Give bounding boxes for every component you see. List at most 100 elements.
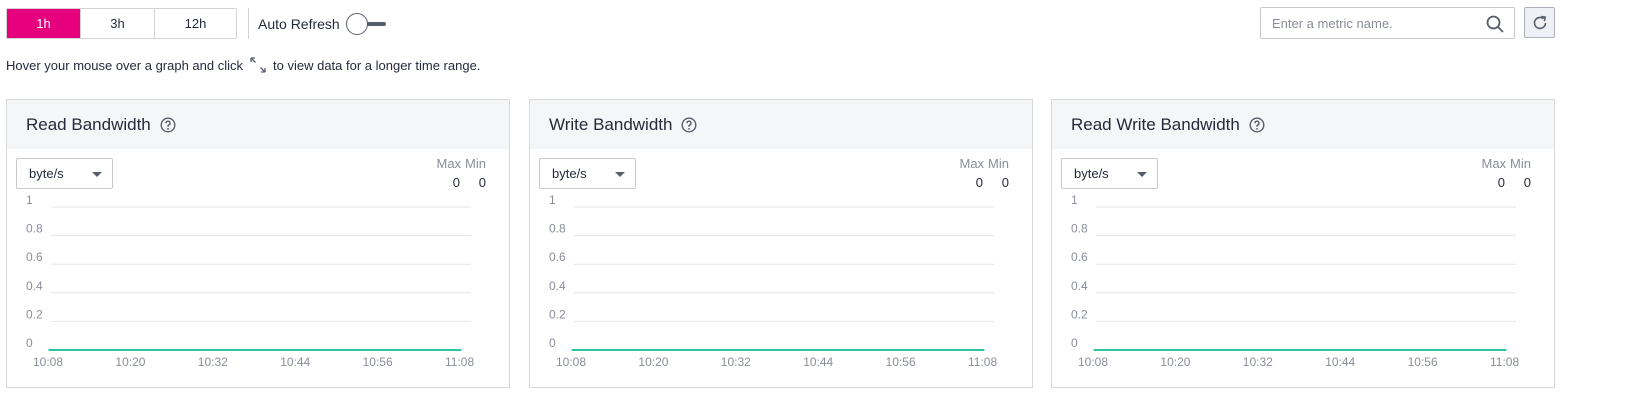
x-tick-label: 10:56 [363, 355, 393, 369]
panel-title: Write Bandwidth [549, 114, 673, 134]
hint-text: Hover your mouse over a graph and click … [6, 56, 480, 74]
range-12h-button[interactable]: 12h [155, 9, 236, 38]
metric-search-input[interactable] [1270, 9, 1485, 37]
y-tick-label: 0.6 [26, 250, 43, 264]
max-label: Max [959, 156, 985, 171]
data-point [900, 349, 903, 351]
data-point [1093, 349, 1095, 351]
max-min-summary: Max Min 0 0 [1477, 156, 1531, 190]
toolbar: 1h 3h 12h Auto Refresh [6, 8, 386, 39]
data-point [1258, 349, 1260, 351]
panel-write-bandwidth: Write Bandwidth byte/s Max Min 0 0 0 0.2 0.4… [529, 99, 1033, 388]
panel-header: Read Write Bandwidth [1052, 100, 1554, 149]
max-label: Max [436, 156, 462, 171]
y-tick-label: 1 [26, 193, 33, 207]
y-tick-label: 0.2 [26, 307, 43, 321]
unit-select-value: byte/s [552, 166, 587, 181]
x-tick-label: 11:08 [968, 355, 997, 369]
expand-icon [250, 57, 266, 73]
min-label: Min [465, 156, 486, 171]
x-tick-label: 10:44 [1325, 355, 1355, 369]
max-value: 0 [975, 175, 983, 190]
y-tick-label: 1 [1071, 193, 1078, 207]
search-icon[interactable] [1486, 15, 1504, 33]
unit-select[interactable]: byte/s [1061, 158, 1158, 189]
x-tick-label: 10:56 [1408, 355, 1438, 369]
y-tick-label: 0 [26, 336, 33, 350]
help-icon[interactable] [1249, 116, 1265, 133]
data-point [818, 349, 820, 351]
refresh-icon [1533, 15, 1546, 29]
y-tick-label: 0.2 [549, 307, 566, 321]
min-value: 0 [1001, 175, 1009, 190]
y-tick-label: 0.6 [549, 250, 566, 264]
y-tick-label: 0.2 [1071, 307, 1088, 321]
range-1h-button[interactable]: 1h [7, 9, 81, 38]
data-point [377, 349, 380, 351]
panel-read-bandwidth: Read Bandwidth byte/s Max Min 0 0 0 0.2 0.4 0… [6, 99, 510, 388]
y-tick-label: 0.8 [26, 222, 43, 236]
max-value: 0 [452, 175, 460, 190]
y-tick-label: 0 [549, 336, 556, 350]
data-point [571, 349, 573, 351]
time-range-group: 1h 3h 12h [6, 8, 237, 39]
y-tick-label: 0.4 [549, 279, 566, 293]
chevron-down-icon [92, 172, 102, 177]
panel-read-write-bandwidth: Read Write Bandwidth byte/s Max Min 00 00… [1051, 99, 1555, 388]
x-tick-label: 10:32 [1243, 355, 1273, 369]
y-tick-label: 0 [1071, 336, 1078, 350]
x-tick-label: 11:08 [445, 355, 474, 369]
min-value: 0 [1523, 175, 1531, 190]
data-point [1175, 349, 1178, 351]
panel-header: Read Bandwidth [7, 100, 509, 149]
x-tick-label: 10:20 [115, 355, 145, 369]
y-tick-label: 0.4 [1071, 279, 1088, 293]
y-tick-label: 1 [549, 193, 556, 207]
x-tick-label: 10:44 [803, 355, 833, 369]
x-tick-label: 10:44 [280, 355, 310, 369]
metric-search-box [1260, 7, 1515, 39]
data-point [130, 349, 133, 351]
unit-select-value: byte/s [29, 166, 64, 181]
unit-select[interactable]: byte/s [16, 158, 113, 189]
x-tick-label: 10:08 [1078, 355, 1108, 369]
data-point [653, 349, 656, 351]
line-chart: 0 0.2 0.4 0.6 0.8 1 10:08 10:20 10:32 10:44 10:56 1… [26, 193, 474, 369]
toolbar-divider [248, 8, 249, 39]
data-point [736, 349, 738, 351]
y-tick-label: 0.6 [1071, 250, 1088, 264]
x-tick-label: 10:20 [1160, 355, 1190, 369]
auto-refresh-label: Auto Refresh [258, 15, 340, 32]
y-tick-label: 0.4 [26, 279, 43, 293]
max-value: 0 [1497, 175, 1505, 190]
range-3h-button[interactable]: 3h [81, 9, 155, 38]
hint-text-before: Hover your mouse over a graph and click [6, 57, 244, 73]
refresh-button[interactable] [1524, 7, 1555, 38]
x-tick-label: 10:08 [33, 355, 63, 369]
panel-header: Write Bandwidth [530, 100, 1032, 149]
y-tick-label: 0.8 [549, 222, 566, 236]
chevron-down-icon [615, 172, 625, 177]
x-tick-label: 10:56 [886, 355, 916, 369]
max-min-summary: Max Min 0 0 [432, 156, 486, 190]
data-point [1340, 349, 1342, 351]
min-label: Min [988, 156, 1009, 171]
data-point [460, 349, 462, 351]
data-point [1505, 349, 1507, 351]
min-value: 0 [478, 175, 486, 190]
y-tick-label: 0.8 [1071, 222, 1088, 236]
x-tick-label: 11:08 [1490, 355, 1519, 369]
help-icon[interactable] [681, 116, 697, 133]
max-min-summary: Max Min 0 0 [955, 156, 1009, 190]
chevron-down-icon [1137, 172, 1147, 177]
line-chart: 0 0.2 0.4 0.6 0.8 1 10:08 10:20 10:32 10:44 10:56 1… [549, 193, 997, 369]
data-point [295, 349, 298, 351]
x-tick-label: 10:20 [638, 355, 668, 369]
data-point [983, 349, 985, 351]
data-point [213, 349, 215, 351]
unit-select[interactable]: byte/s [539, 158, 636, 189]
auto-refresh-toggle[interactable] [345, 12, 386, 35]
x-tick-label: 10:32 [721, 355, 751, 369]
line-chart: 0 0.2 0.4 0.6 0.8 1 10:08 10:20 10:32 10:44 10:56 1… [1071, 193, 1519, 369]
help-icon[interactable] [160, 116, 176, 133]
